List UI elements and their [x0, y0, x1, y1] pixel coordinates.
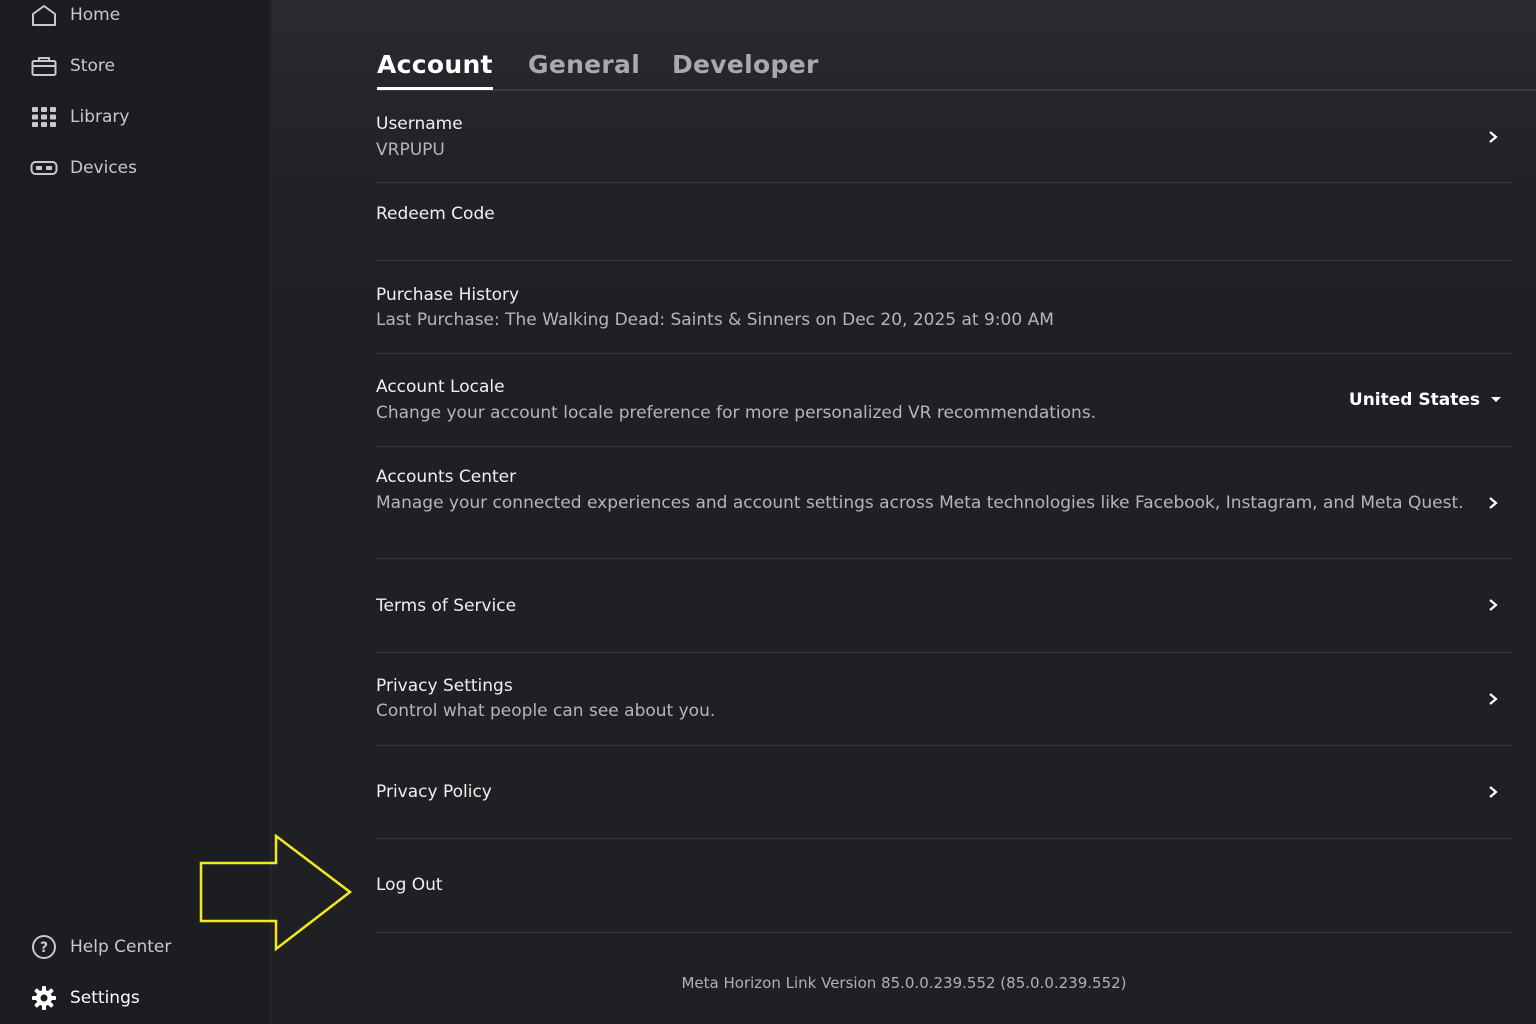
- sidebar-item-home[interactable]: Home: [30, 0, 120, 30]
- row-description: Control what people can see about you.: [376, 701, 716, 721]
- gear-icon: [30, 986, 58, 1010]
- row-title: Privacy Policy: [376, 782, 492, 802]
- privacy-policy-row[interactable]: Privacy Policy: [376, 746, 1512, 839]
- row-title: Accounts Center: [376, 467, 517, 487]
- tab-account[interactable]: Account: [377, 50, 493, 90]
- store-icon: [30, 54, 58, 78]
- sidebar-item-label: Help Center: [70, 937, 172, 957]
- settings-panel: Account General Developer Username VRPUP…: [272, 0, 1536, 1024]
- sidebar-item-store[interactable]: Store: [30, 51, 115, 81]
- row-title: Privacy Settings: [376, 676, 513, 696]
- terms-of-service-row[interactable]: Terms of Service: [376, 559, 1512, 653]
- row-description: Change your account locale preference fo…: [376, 403, 1097, 423]
- row-title: Terms of Service: [376, 596, 517, 616]
- accounts-center-row[interactable]: Accounts Center Manage your connected ex…: [376, 447, 1512, 559]
- annotation-arrow-icon: [199, 834, 353, 952]
- sidebar-item-label: Library: [70, 107, 130, 127]
- row-description: Manage your connected experiences and ac…: [376, 493, 1464, 513]
- username-value: VRPUPU: [376, 140, 445, 160]
- chevron-right-icon: [1489, 786, 1498, 798]
- chevron-right-icon: [1489, 497, 1498, 509]
- row-title: Purchase History: [376, 285, 520, 305]
- version-text: Meta Horizon Link Version 85.0.0.239.552…: [681, 974, 1127, 992]
- account-locale-row: Account Locale Change your account local…: [376, 354, 1512, 447]
- redeem-code-row[interactable]: Redeem Code: [376, 183, 1512, 261]
- row-title: Redeem Code: [376, 204, 495, 224]
- chevron-right-icon: [1489, 599, 1498, 611]
- sidebar-item-label: Settings: [70, 988, 140, 1008]
- tab-developer[interactable]: Developer: [672, 50, 819, 87]
- chevron-right-icon: [1489, 131, 1498, 143]
- library-grid-icon: [30, 105, 58, 129]
- locale-dropdown[interactable]: United States: [1349, 390, 1502, 410]
- username-row[interactable]: Username VRPUPU: [376, 92, 1512, 183]
- sidebar-item-label: Devices: [70, 158, 137, 178]
- sidebar-item-library[interactable]: Library: [30, 102, 129, 132]
- chevron-right-icon: [1489, 693, 1498, 705]
- row-title: Username: [376, 114, 463, 134]
- log-out-row[interactable]: Log Out: [376, 839, 1512, 933]
- sidebar-item-label: Home: [70, 5, 121, 25]
- caret-down-icon: [1491, 397, 1501, 402]
- settings-tabs: Account General Developer: [377, 50, 1536, 91]
- help-circle-icon: ?: [30, 935, 58, 959]
- log-out-label: Log Out: [376, 875, 443, 895]
- sidebar-item-label: Store: [70, 56, 115, 76]
- tab-general[interactable]: General: [528, 50, 640, 87]
- sidebar-item-devices[interactable]: Devices: [30, 153, 137, 183]
- svg-text:?: ?: [40, 940, 48, 956]
- last-purchase-text: Last Purchase: The Walking Dead: Saints …: [376, 310, 1054, 330]
- headset-icon: [30, 156, 58, 180]
- purchase-history-row[interactable]: Purchase History Last Purchase: The Walk…: [376, 261, 1512, 354]
- home-icon: [30, 3, 58, 27]
- locale-selected-value: United States: [1348, 390, 1480, 410]
- sidebar-item-settings[interactable]: Settings: [30, 983, 140, 1013]
- row-title: Account Locale: [376, 377, 505, 397]
- privacy-settings-row[interactable]: Privacy Settings Control what people can…: [376, 653, 1512, 746]
- sidebar-item-help-center[interactable]: ? Help Center: [30, 932, 171, 962]
